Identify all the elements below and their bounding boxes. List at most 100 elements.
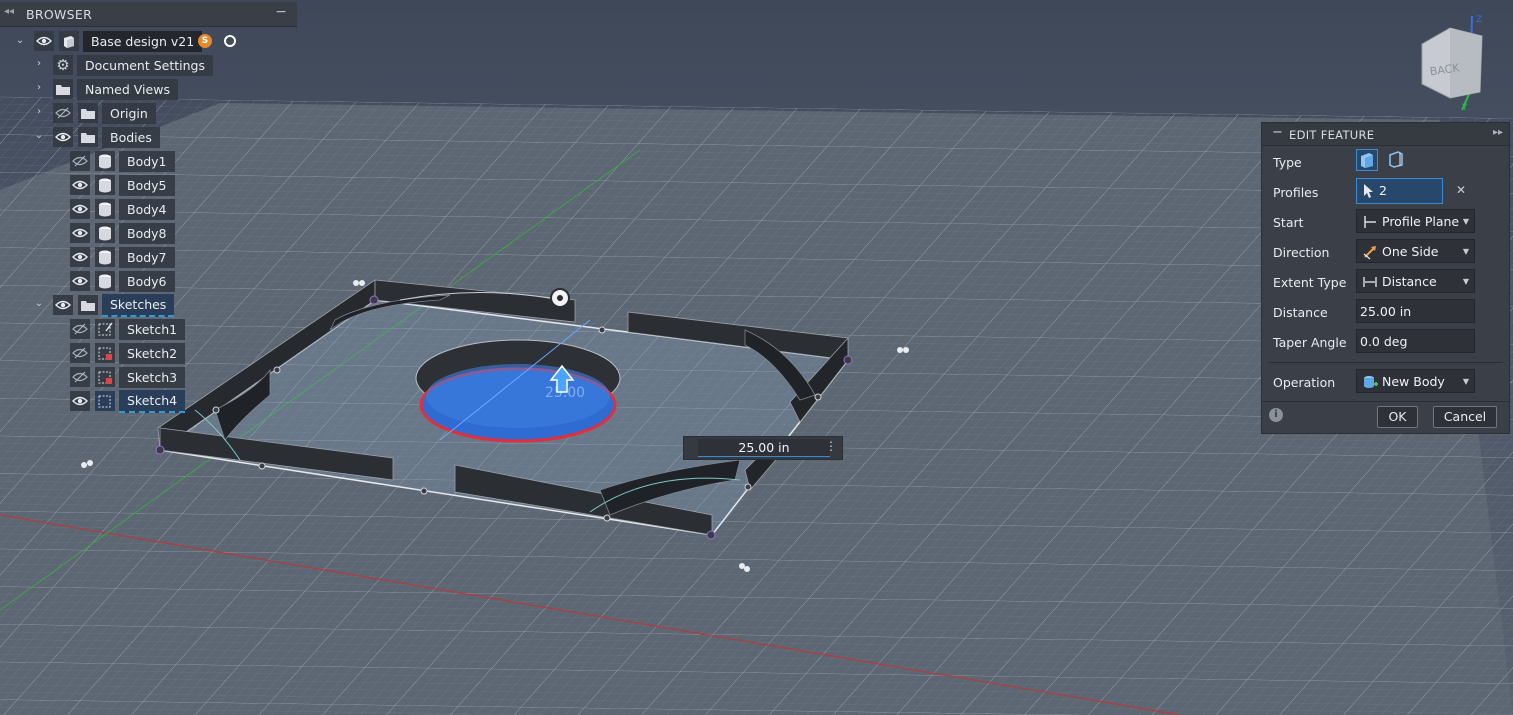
tree-item-label: Sketch4 [119,389,186,413]
chevron-down-icon[interactable]: ⌄ [14,35,26,46]
chevron-right-icon[interactable]: › [33,58,45,69]
direction-value: One Side [1382,244,1439,259]
start-value: Profile Plane [1382,214,1460,229]
tree-item-label: Sketch3 [119,366,186,388]
profiles-selection-button[interactable]: 2 selected [1356,178,1443,222]
chevron-down-icon: ▼ [1462,247,1469,256]
chevron-down-icon: ▼ [1462,217,1469,226]
type-thin-icon[interactable] [1386,149,1408,171]
sketch-icon [95,391,115,411]
tree-item-label: Document Settings [77,54,214,76]
status-badge: S [198,34,212,48]
tree-item-label: Named Views [77,78,178,100]
distance-input[interactable]: 25.00 in [1356,299,1475,323]
distance-overlay-value[interactable]: 25.00 in [698,439,830,457]
chevron-right-icon[interactable]: › [33,82,45,93]
tree-item-label: Body8 [119,222,175,244]
browser-header: ◂◂ BROWSER − [0,2,297,27]
operation-label: Operation [1273,375,1336,390]
eye-icon[interactable] [70,223,90,243]
operation-dropdown[interactable]: New Body ▼ [1356,369,1475,393]
divider [1262,401,1509,402]
eye-hidden-icon[interactable] [70,319,90,339]
browser-title: BROWSER [26,7,93,22]
root-label-container: Base design v21 [83,30,203,52]
extent-row: Extent Type Distance ▼ [1262,268,1509,296]
distance-input-overlay[interactable]: 25.00 in ⋮ [683,436,843,460]
more-options-icon[interactable]: ⋮ [825,439,837,453]
clear-selection-icon[interactable]: ✕ [1456,183,1466,197]
component-icon [59,31,79,51]
viewcube[interactable]: BACK Z Y [1410,12,1500,113]
expand-icon[interactable]: ▸▸ [1493,127,1503,138]
new-body-icon [1364,376,1378,388]
panel-title: EDIT FEATURE [1289,128,1375,142]
profile-plane-icon [1364,216,1376,228]
y-axis-label: Y [1461,103,1468,112]
chevron-down-icon: ▼ [1462,277,1469,286]
sketch-locked-icon [95,367,115,387]
taper-angle-input[interactable]: 0.0 deg [1356,329,1475,353]
eye-icon[interactable] [70,271,90,291]
gear-icon: ⚙ [53,55,73,75]
start-dropdown[interactable]: Profile Plane ▼ [1356,209,1475,233]
eye-icon[interactable] [70,175,90,195]
edit-feature-panel: − EDIT FEATURE ▸▸ Type Profiles 2 select… [1261,122,1510,434]
extent-type-dropdown[interactable]: Distance ▼ [1356,269,1475,293]
info-icon[interactable]: i [1269,408,1283,422]
folder-icon [78,103,98,123]
eye-icon[interactable] [70,199,90,219]
chevron-down-icon: ▼ [1462,377,1469,386]
start-label: Start [1273,215,1304,230]
chevron-down-icon[interactable]: ⌄ [33,130,45,141]
collapse-icon[interactable]: − [1272,125,1283,140]
eye-icon[interactable] [70,247,90,267]
folder-icon [78,295,98,315]
start-row: Start Profile Plane ▼ [1262,208,1509,236]
profiles-label: Profiles [1273,185,1319,200]
distance-value[interactable]: 25.00 in [1360,300,1411,324]
cursor-arrow-icon [1364,184,1373,198]
direction-label: Direction [1273,245,1330,260]
chevron-right-icon[interactable]: › [33,106,45,117]
body-icon [95,175,115,195]
distance-row: Distance 25.00 in [1262,298,1509,326]
cancel-button[interactable]: Cancel [1433,406,1497,428]
body-icon [95,223,115,243]
taper-row: Taper Angle 0.0 deg [1262,328,1509,356]
edit-feature-header: − EDIT FEATURE ▸▸ [1262,123,1509,146]
sketch-locked-icon [95,343,115,363]
operation-value: New Body [1382,374,1445,389]
activate-radio[interactable] [224,35,236,47]
body-icon [95,199,115,219]
root-label[interactable]: Base design v21 [83,30,203,52]
distance-icon [1363,277,1377,287]
distance-label: Distance [1273,305,1328,320]
eye-hidden-icon[interactable] [70,343,90,363]
taper-angle-label: Taper Angle [1273,335,1347,350]
minimize-icon[interactable]: − [275,4,287,20]
tree-item-label: Sketch1 [119,318,186,340]
operation-row: Operation New Body ▼ [1262,368,1509,396]
one-side-icon [1363,246,1376,260]
eye-hidden-icon[interactable] [70,367,90,387]
eye-hidden-icon[interactable] [70,151,90,171]
tree-item-label: Body5 [119,174,175,196]
tree-item-label: Body7 [119,246,175,268]
eye-hidden-icon[interactable] [53,103,73,123]
folder-icon [53,79,73,99]
taper-angle-value[interactable]: 0.0 deg [1360,330,1407,354]
chevron-down-icon[interactable]: ⌄ [33,298,45,309]
body-icon [95,271,115,291]
eye-icon[interactable] [70,391,90,411]
ok-button[interactable]: OK [1377,406,1418,428]
eye-icon[interactable] [53,295,73,315]
tree-item-label: Body1 [119,150,175,172]
eye-icon[interactable] [34,31,54,51]
direction-dropdown[interactable]: One Side ▼ [1356,239,1475,263]
eye-icon[interactable] [53,127,73,147]
direction-row: Direction One Side ▼ [1262,238,1509,266]
type-label: Type [1273,155,1302,170]
type-solid-icon[interactable] [1356,149,1378,171]
collapse-panel-icon[interactable]: ◂◂ [4,6,14,17]
